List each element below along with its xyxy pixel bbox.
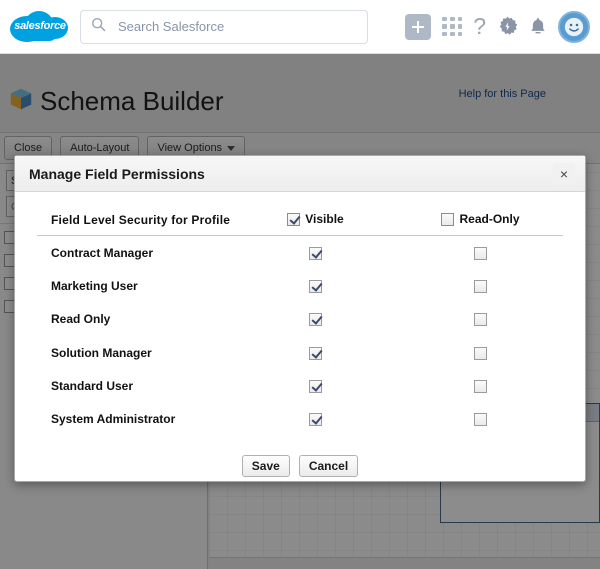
profile-name: Contract Manager bbox=[37, 235, 233, 269]
user-avatar[interactable] bbox=[558, 11, 590, 43]
table-header-row: Field Level Security for Profile Visible… bbox=[37, 210, 563, 235]
global-actions: ? bbox=[405, 11, 592, 43]
table-row: Marketing User bbox=[37, 269, 563, 302]
readonly-cell bbox=[398, 269, 563, 302]
field-permissions-table: Field Level Security for Profile Visible… bbox=[37, 210, 563, 435]
readonly-cell bbox=[398, 335, 563, 368]
column-header-readonly: Read-Only bbox=[398, 210, 563, 235]
readonly-cell bbox=[398, 402, 563, 435]
help-button[interactable]: ? bbox=[473, 15, 486, 38]
readonly-checkbox[interactable] bbox=[474, 280, 487, 293]
select-all-visible-checkbox[interactable] bbox=[287, 213, 300, 226]
visible-checkbox[interactable] bbox=[309, 247, 322, 260]
add-button[interactable] bbox=[405, 14, 431, 40]
readonly-checkbox[interactable] bbox=[474, 380, 487, 393]
search-icon bbox=[91, 17, 106, 37]
close-icon[interactable]: × bbox=[553, 163, 575, 185]
column-header-readonly-label: Read-Only bbox=[459, 212, 519, 226]
table-row: Standard User bbox=[37, 369, 563, 402]
table-row: Solution Manager bbox=[37, 335, 563, 368]
smiley-face-icon bbox=[564, 17, 584, 37]
readonly-cell bbox=[398, 235, 563, 269]
readonly-checkbox[interactable] bbox=[474, 413, 487, 426]
column-header-visible: Visible bbox=[233, 210, 398, 235]
visible-cell bbox=[233, 235, 398, 269]
table-row: System Administrator bbox=[37, 402, 563, 435]
dialog-body: Field Level Security for Profile Visible… bbox=[15, 192, 585, 477]
visible-cell bbox=[233, 369, 398, 402]
bell-icon bbox=[529, 17, 547, 37]
visible-cell bbox=[233, 402, 398, 435]
manage-field-permissions-dialog: Manage Field Permissions × Field Level S… bbox=[14, 155, 586, 482]
global-search-box[interactable] bbox=[80, 10, 368, 44]
readonly-cell bbox=[398, 369, 563, 402]
visible-checkbox[interactable] bbox=[309, 313, 322, 326]
readonly-checkbox[interactable] bbox=[474, 347, 487, 360]
column-header-visible-label: Visible bbox=[305, 212, 343, 226]
question-mark-icon: ? bbox=[473, 15, 486, 38]
table-row: Contract Manager bbox=[37, 235, 563, 269]
global-navigation-bar: salesforce ? bbox=[0, 0, 600, 54]
table-row: Read Only bbox=[37, 302, 563, 335]
visible-checkbox[interactable] bbox=[309, 380, 322, 393]
dialog-actions: Save Cancel bbox=[37, 455, 563, 477]
visible-checkbox[interactable] bbox=[309, 347, 322, 360]
dialog-title: Manage Field Permissions bbox=[29, 166, 205, 182]
select-all-readonly-checkbox[interactable] bbox=[441, 213, 454, 226]
visible-checkbox[interactable] bbox=[309, 280, 322, 293]
profile-name: System Administrator bbox=[37, 402, 233, 435]
visible-checkbox[interactable] bbox=[309, 413, 322, 426]
readonly-checkbox[interactable] bbox=[474, 247, 487, 260]
save-button[interactable]: Save bbox=[242, 455, 290, 477]
app-launcher-button[interactable] bbox=[442, 17, 462, 37]
cancel-button[interactable]: Cancel bbox=[299, 455, 358, 477]
app-launcher-icon bbox=[442, 17, 462, 37]
plus-icon bbox=[405, 14, 431, 40]
salesforce-logo[interactable]: salesforce bbox=[8, 7, 70, 47]
profile-name: Read Only bbox=[37, 302, 233, 335]
dialog-header: Manage Field Permissions × bbox=[15, 156, 585, 192]
salesforce-logo-text: salesforce bbox=[14, 20, 66, 32]
visible-cell bbox=[233, 269, 398, 302]
table-body: Contract Manager Marketing User Read Onl… bbox=[37, 235, 563, 435]
notifications-button[interactable] bbox=[529, 17, 547, 37]
readonly-checkbox[interactable] bbox=[474, 313, 487, 326]
profile-name: Solution Manager bbox=[37, 335, 233, 368]
visible-cell bbox=[233, 335, 398, 368]
gear-icon bbox=[497, 16, 518, 37]
search-input[interactable] bbox=[118, 19, 357, 34]
profile-name: Standard User bbox=[37, 369, 233, 402]
setup-button[interactable] bbox=[497, 16, 518, 37]
readonly-cell bbox=[398, 302, 563, 335]
column-header-profile: Field Level Security for Profile bbox=[37, 210, 233, 235]
visible-cell bbox=[233, 302, 398, 335]
profile-name: Marketing User bbox=[37, 269, 233, 302]
